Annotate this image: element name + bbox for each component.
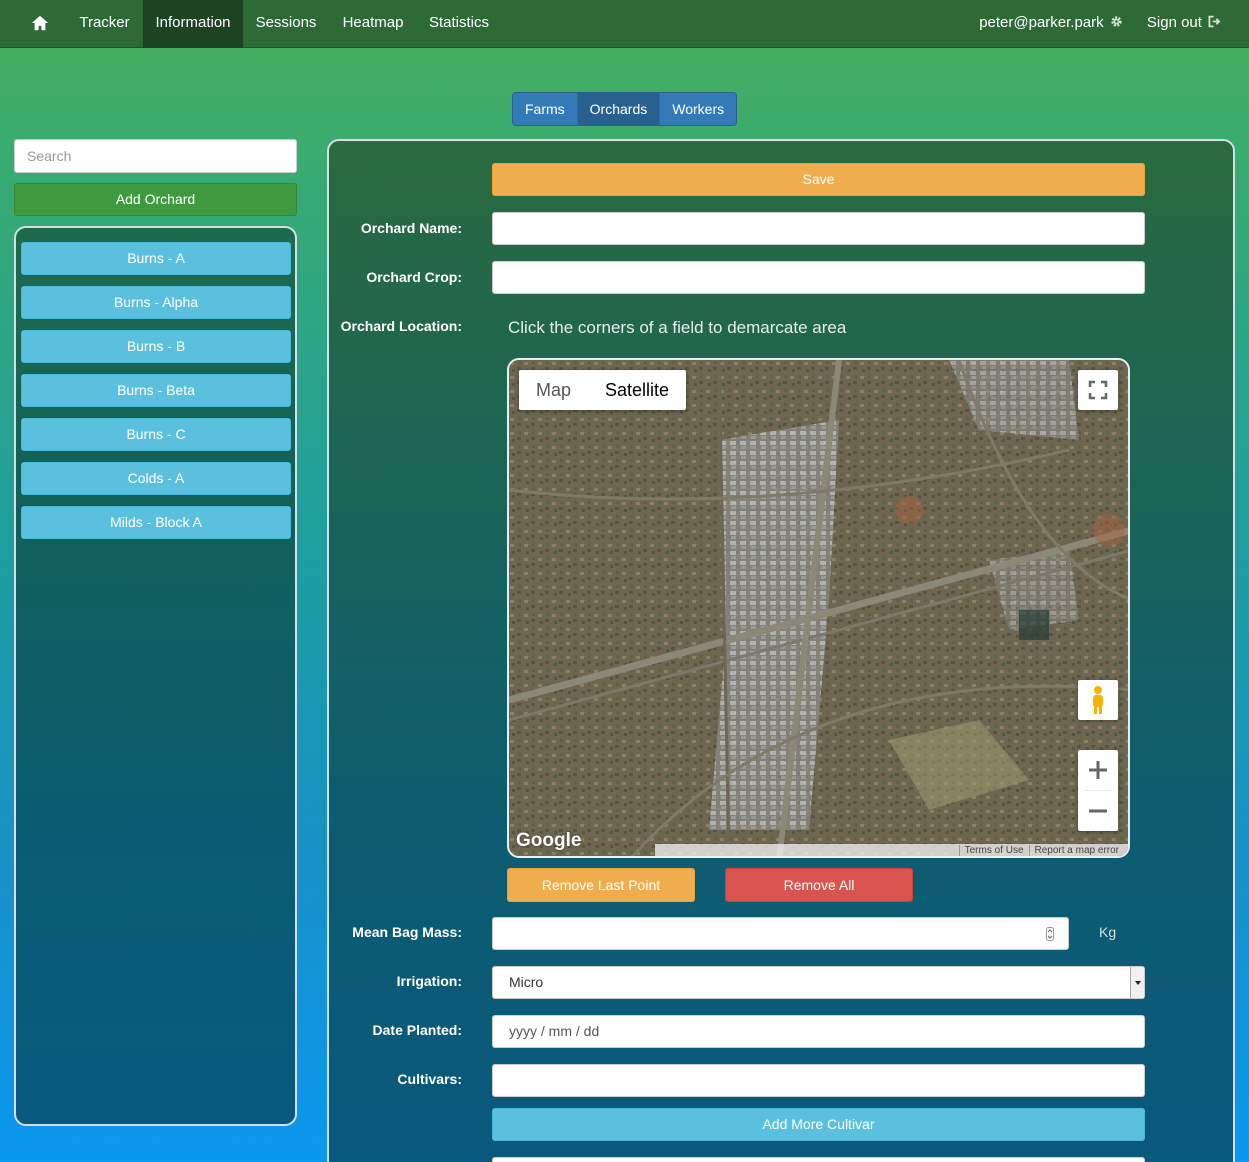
orchard-location-label: Orchard Location:	[340, 318, 462, 334]
orchard-list-item[interactable]: Burns - C	[21, 418, 291, 451]
remove-last-point-button[interactable]: Remove Last Point	[507, 868, 695, 902]
nav-tracker[interactable]: Tracker	[68, 0, 141, 48]
map-type-toggle: Map Satellite	[519, 370, 687, 410]
next-field-input[interactable]	[492, 1157, 1145, 1162]
fullscreen-icon	[1088, 380, 1108, 400]
irrigation-label: Irrigation:	[396, 973, 462, 989]
caret-down-icon	[1135, 981, 1141, 985]
orchard-crop-input[interactable]	[492, 261, 1145, 294]
zoom-out-button[interactable]	[1078, 791, 1118, 831]
sign-out-icon	[1208, 15, 1221, 28]
user-account-link[interactable]: peter@parker.park	[976, 0, 1126, 48]
street-view-pegman[interactable]	[1078, 680, 1118, 720]
home-icon[interactable]	[31, 14, 49, 32]
orchard-list-item[interactable]: Burns - Alpha	[21, 286, 291, 319]
satellite-map[interactable]: Map Satellite Google Terms of Use Report…	[507, 358, 1130, 858]
terms-of-use-link[interactable]: Terms of Use	[958, 845, 1029, 856]
orchard-list-item[interactable]: Milds - Block A	[21, 506, 291, 539]
orchard-list-item[interactable]: Burns - B	[21, 330, 291, 363]
nav-heatmap[interactable]: Heatmap	[331, 0, 415, 48]
zoom-in-button[interactable]	[1078, 750, 1118, 790]
location-hint: Click the corners of a field to demarcat…	[508, 318, 847, 337]
cultivars-label: Cultivars:	[397, 1071, 462, 1087]
add-more-cultivar-button[interactable]: Add More Cultivar	[492, 1108, 1145, 1141]
entity-tabs: Farms Orchards Workers	[512, 92, 738, 126]
add-orchard-button[interactable]: Add Orchard	[14, 183, 297, 216]
orchard-list-item[interactable]: Burns - Beta	[21, 374, 291, 407]
nav-sessions[interactable]: Sessions	[245, 0, 327, 48]
sign-out-link[interactable]: Sign out	[1142, 0, 1227, 48]
mean-bag-mass-label: Mean Bag Mass:	[352, 924, 462, 940]
orchard-crop-label: Orchard Crop:	[366, 269, 462, 285]
irrigation-select[interactable]: Micro	[492, 966, 1145, 999]
top-navbar: Tracker Information Sessions Heatmap Sta…	[0, 0, 1249, 48]
minus-icon	[1089, 809, 1107, 813]
irrigation-selected-value: Micro	[509, 974, 544, 990]
map-attribution: Terms of Use Report a map error	[655, 844, 1128, 856]
orchard-name-input[interactable]	[492, 212, 1145, 245]
tab-workers[interactable]: Workers	[660, 93, 737, 125]
map-type-map-button[interactable]: Map	[519, 370, 588, 410]
zoom-controls	[1078, 750, 1118, 831]
nav-statistics[interactable]: Statistics	[419, 0, 499, 48]
pegman-icon	[1093, 686, 1103, 714]
orchard-list-item[interactable]: Burns - A	[21, 242, 291, 275]
cultivars-input[interactable]	[492, 1064, 1145, 1097]
number-spinner-icon[interactable]	[1046, 927, 1054, 941]
user-email: peter@parker.park	[979, 14, 1104, 31]
tab-orchards[interactable]: Orchards	[577, 93, 661, 125]
gear-icon	[1111, 16, 1122, 27]
map-imagery[interactable]	[509, 360, 1130, 858]
orchard-list-item[interactable]: Colds - A	[21, 462, 291, 495]
mean-bag-mass-input[interactable]	[492, 917, 1069, 950]
plus-icon	[1089, 761, 1107, 779]
select-arrow-button[interactable]	[1130, 967, 1144, 998]
orchard-list: Burns - A Burns - Alpha Burns - B Burns …	[14, 226, 297, 1126]
date-planted-input[interactable]: yyyy / mm / dd	[492, 1015, 1145, 1048]
sign-out-label: Sign out	[1146, 14, 1202, 31]
map-type-satellite-button[interactable]: Satellite	[588, 370, 686, 410]
bag-mass-unit: Kg	[1099, 924, 1117, 940]
date-planted-label: Date Planted:	[372, 1022, 462, 1038]
orchard-name-label: Orchard Name:	[360, 220, 462, 236]
tab-farms[interactable]: Farms	[513, 93, 578, 125]
fullscreen-button[interactable]	[1078, 370, 1118, 410]
remove-all-button[interactable]: Remove All	[725, 868, 913, 902]
date-placeholder: yyyy / mm / dd	[509, 1023, 600, 1039]
google-logo: Google	[516, 830, 582, 851]
report-map-error-link[interactable]: Report a map error	[1028, 845, 1124, 856]
search-input[interactable]	[14, 139, 297, 173]
save-button[interactable]: Save	[492, 163, 1145, 196]
nav-information[interactable]: Information	[143, 0, 243, 48]
